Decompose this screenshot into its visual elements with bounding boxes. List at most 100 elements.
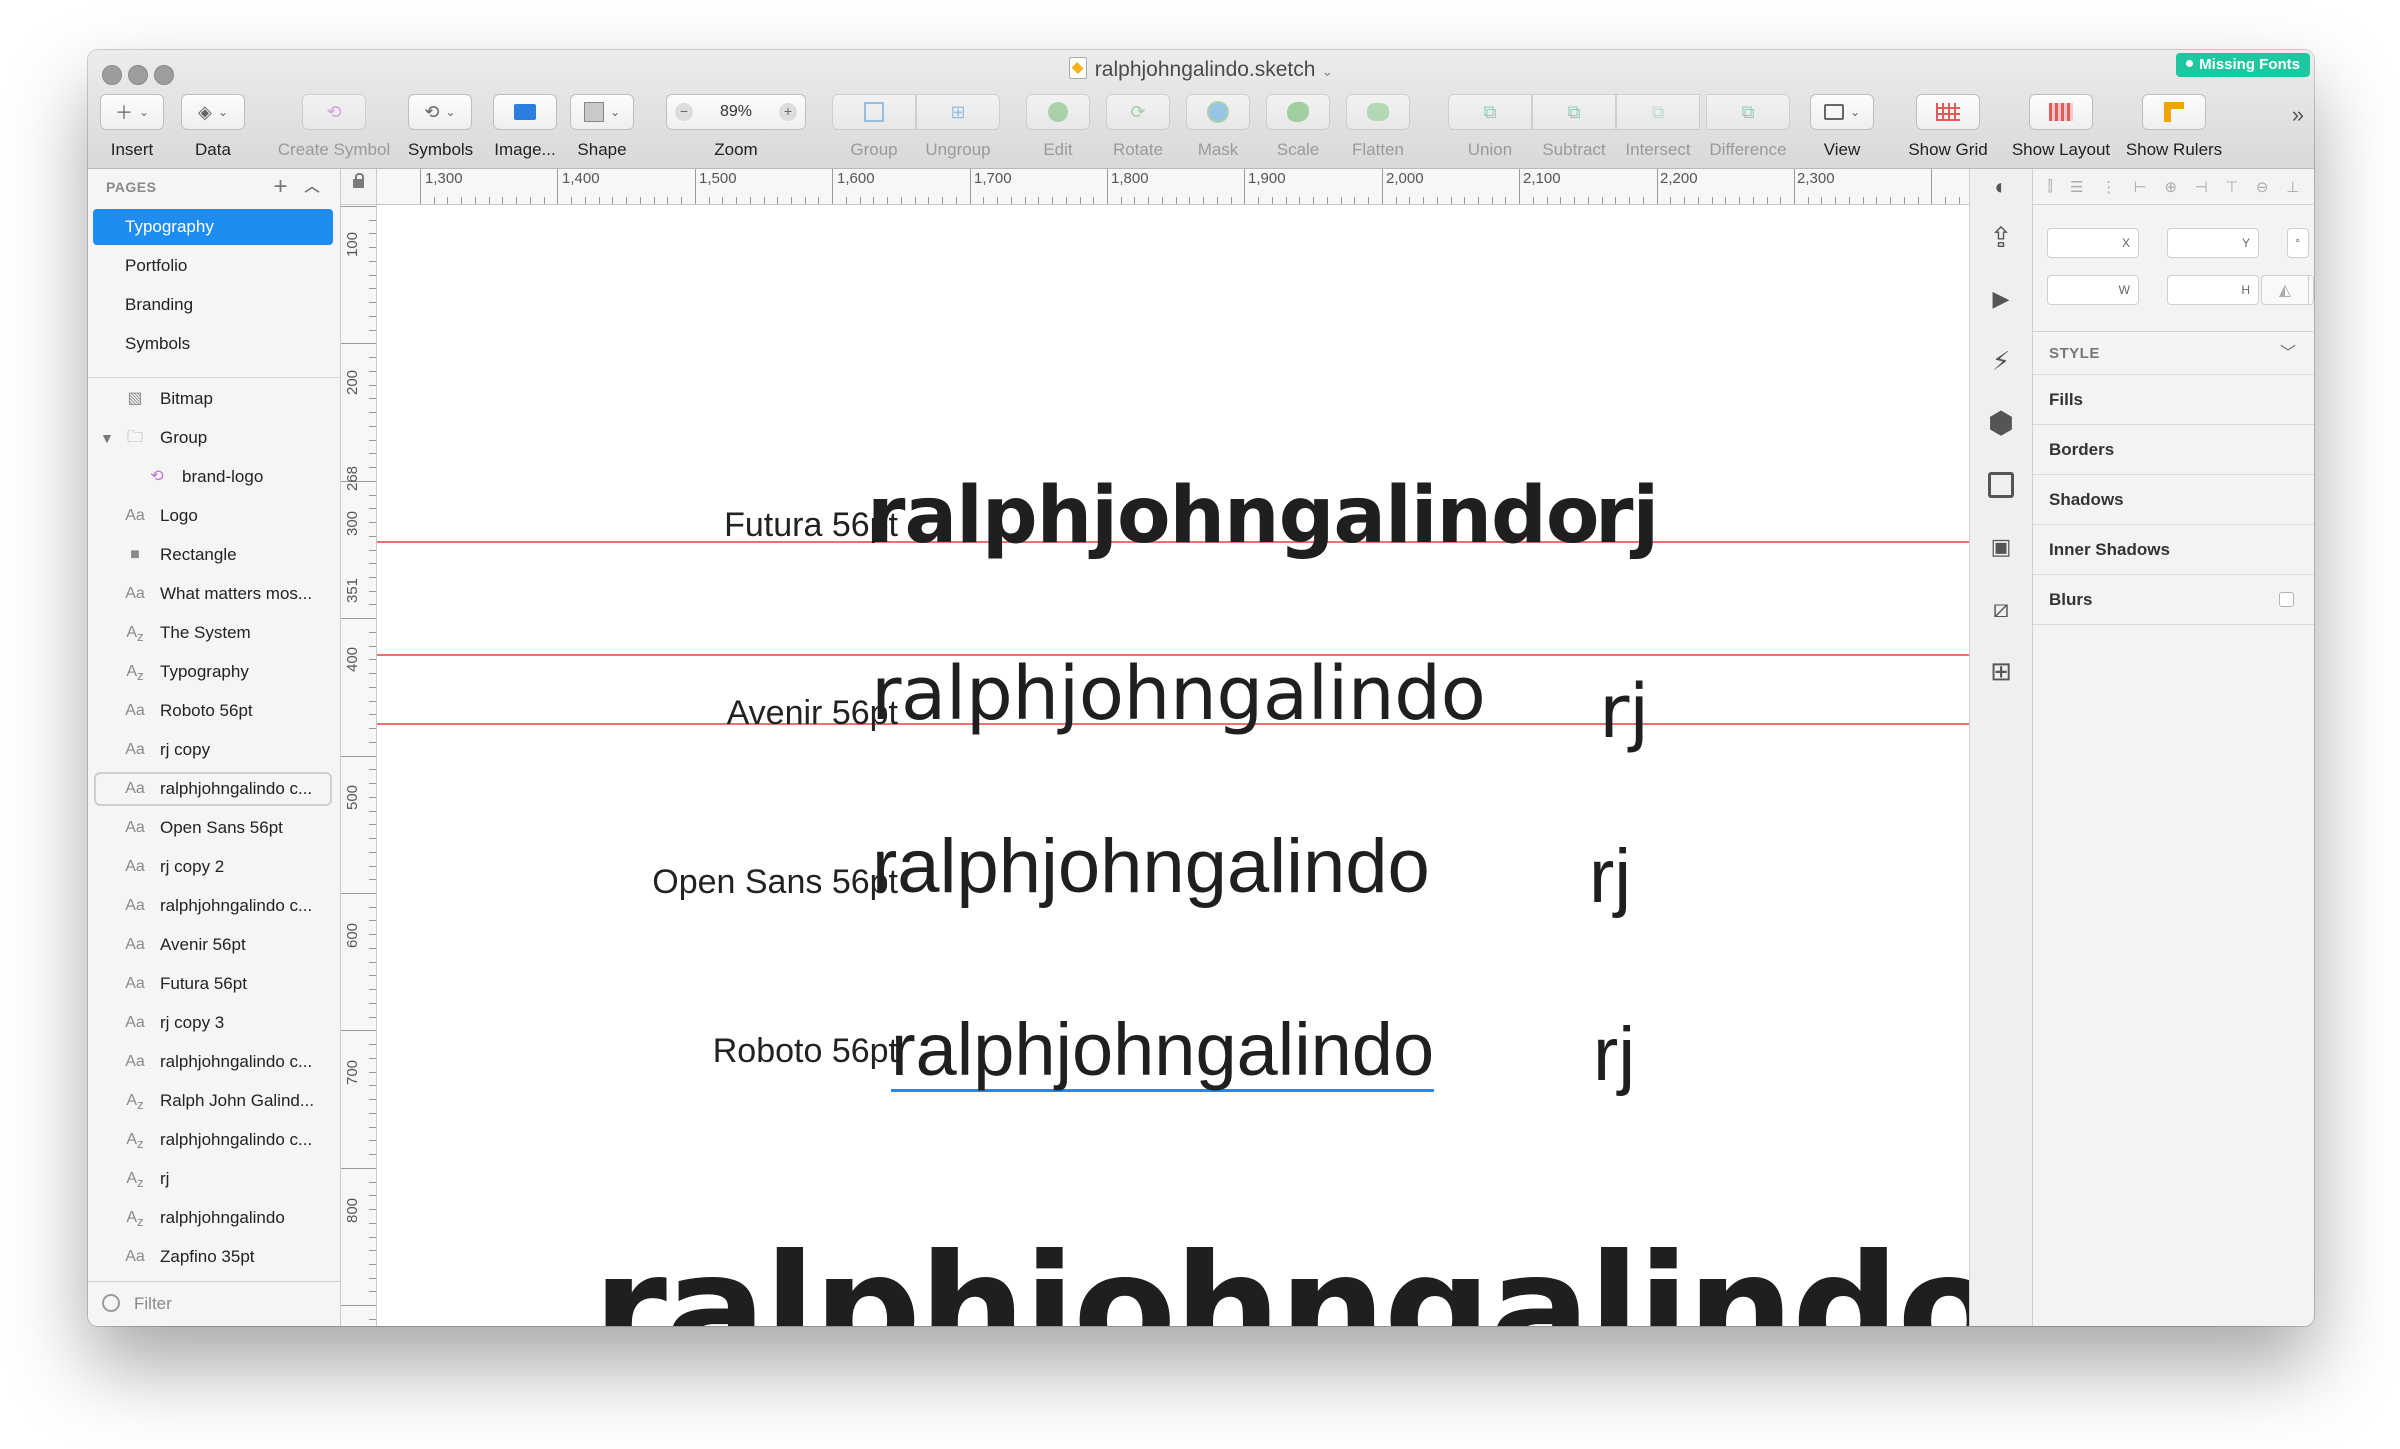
inner-shadows-section[interactable]: Inner Shadows — [2033, 525, 2314, 575]
layer-item[interactable]: Aa Open Sans 56pt — [88, 810, 340, 846]
type-sample[interactable]: ralphjohngalindo — [891, 1011, 1435, 1092]
subtract-tool[interactable]: ⧉ Subtract — [1532, 94, 1616, 160]
rotation-field[interactable]: ° — [2287, 228, 2309, 258]
add-image-icon[interactable]: ⊞ — [1970, 641, 2032, 701]
layer-item[interactable]: Aa rj copy — [88, 732, 340, 768]
type-sample-short[interactable]: rj — [1599, 669, 1649, 755]
flatten-tool[interactable]: Flatten — [1346, 94, 1410, 160]
view-tool[interactable]: ⌄ View — [1810, 94, 1874, 160]
align-left-icon[interactable]: ⊢ — [2134, 178, 2147, 196]
layer-item[interactable]: Aa ralphjohngalindo c... — [88, 888, 340, 924]
insert-button[interactable]: ＋ ⌄ — [100, 94, 164, 130]
style-section-header[interactable]: STYLE ﹀ — [2033, 331, 2314, 375]
prototype-lightning-icon[interactable]: ⚡ — [1970, 331, 2032, 391]
intersect-tool[interactable]: ⧉ Intersect — [1616, 94, 1700, 160]
difference-button[interactable]: ⧉ — [1706, 94, 1790, 130]
layer-item[interactable]: Aa Roboto 56pt — [88, 693, 340, 729]
text-layout-icon[interactable] — [1970, 455, 2032, 515]
canvas[interactable]: Futura 56pt ralphjohngalindo rj Avenir 5… — [377, 205, 1969, 1326]
font-label[interactable]: Open Sans 56pt — [652, 863, 898, 902]
scale-tool[interactable]: Scale — [1266, 94, 1330, 160]
flatten-button[interactable] — [1346, 94, 1410, 130]
layer-filter[interactable]: Filter — [88, 1281, 340, 1326]
flip-vertical-button[interactable] — [2309, 275, 2314, 305]
distribute-horizontal-icon[interactable]: ⫿ — [2048, 178, 2053, 195]
align-top-icon[interactable]: ⊤ — [2225, 178, 2238, 196]
more-icon[interactable]: ⋮ — [2101, 178, 2116, 196]
show-grid-button[interactable] — [1916, 94, 1980, 130]
group-tool[interactable]: Group — [832, 94, 916, 160]
type-sample[interactable]: ralphjohngalindo — [871, 651, 1486, 737]
layer-item[interactable]: Az Typography — [88, 654, 340, 690]
inspector-toggle-icon[interactable]: ◐ — [1970, 169, 2032, 205]
page-item-portfolio[interactable]: Portfolio — [93, 248, 333, 284]
image-tool[interactable]: Image... — [490, 94, 560, 160]
distribute-vertical-icon[interactable]: ☰ — [2070, 178, 2083, 196]
layer-item[interactable]: ⟲ brand-logo — [88, 459, 340, 495]
collapse-pages-icon[interactable]: ︿ — [304, 169, 320, 205]
insert-tool[interactable]: ＋ ⌄ Insert — [100, 94, 164, 160]
shape-tool[interactable]: ⌄ Shape — [570, 94, 634, 160]
align-center-icon[interactable]: ⊕ — [2164, 178, 2177, 196]
horizontal-ruler[interactable]: 1,300 1,400 1,500 1,600 1,700 1,800 1,90… — [377, 169, 1969, 205]
add-page-icon[interactable]: + — [273, 169, 288, 205]
union-button[interactable]: ⧉ — [1448, 94, 1532, 130]
align-bottom-icon[interactable]: ⊥ — [2286, 178, 2299, 196]
page-item-branding[interactable]: Branding — [93, 287, 333, 323]
show-rulers-tool[interactable]: Show Rulers — [2118, 94, 2230, 160]
layer-item[interactable]: ■ Rectangle — [88, 537, 340, 573]
layer-item[interactable]: Aa Futura 56pt — [88, 966, 340, 1002]
zoom-level[interactable]: 89% — [720, 103, 752, 121]
create-symbol-tool[interactable]: ⟲ Create Symbol — [276, 94, 392, 160]
show-layout-button[interactable] — [2029, 94, 2093, 130]
shadows-section[interactable]: Shadows — [2033, 475, 2314, 525]
blurs-section[interactable]: Blurs — [2033, 575, 2314, 625]
ungroup-button[interactable]: ⊞ — [916, 94, 1000, 130]
ungroup-tool[interactable]: ⊞ Ungroup — [916, 94, 1000, 160]
shape-button[interactable]: ⌄ — [570, 94, 634, 130]
layer-item[interactable]: Az Ralph John Galind... — [88, 1083, 340, 1119]
view-button[interactable]: ⌄ — [1810, 94, 1874, 130]
type-sample-short[interactable]: rj — [1595, 471, 1659, 561]
toolbar-overflow-icon[interactable]: » — [2292, 102, 2304, 128]
layer-item[interactable]: Aa What matters mos... — [88, 576, 340, 612]
page-item-typography[interactable]: Typography — [93, 209, 333, 245]
align-right-icon[interactable]: ⊣ — [2195, 178, 2208, 196]
blur-checkbox[interactable] — [2279, 592, 2294, 607]
fills-section[interactable]: Fills — [2033, 375, 2314, 425]
subtract-button[interactable]: ⧉ — [1532, 94, 1616, 130]
symbols-tool[interactable]: ⟲ ⌄ Symbols — [408, 94, 473, 160]
data-tool[interactable]: ◈ ⌄ Data — [180, 94, 246, 160]
flip-horizontal-button[interactable]: ◭ — [2261, 275, 2309, 305]
type-sample-large[interactable]: ralphjohngalindo — [593, 1223, 1969, 1326]
layer-item[interactable]: Aa ralphjohngalindo c... — [88, 771, 340, 807]
create-symbol-button[interactable]: ⟲ — [302, 94, 366, 130]
image-button[interactable] — [493, 94, 557, 130]
vertical-ruler[interactable]: 100 200 268 300 351 400 500 600 700 800 — [341, 205, 377, 1326]
height-field[interactable]: H — [2167, 275, 2259, 305]
document-title[interactable]: ralphjohngalindo.sketch ⌄ — [88, 56, 2314, 85]
layer-item[interactable]: ▧ Bitmap — [88, 381, 340, 417]
layer-item[interactable]: Az rj — [88, 1161, 340, 1197]
union-tool[interactable]: ⧉ Union — [1448, 94, 1532, 160]
layer-item[interactable]: Aa Avenir 56pt — [88, 927, 340, 963]
font-label[interactable]: Roboto 56pt — [713, 1032, 898, 1071]
type-sample-short[interactable]: rj — [1593, 1011, 1635, 1098]
align-middle-icon[interactable]: ⊖ — [2256, 178, 2269, 196]
page-item-symbols[interactable]: Symbols — [93, 326, 333, 362]
difference-tool[interactable]: ⧉ Difference — [1700, 94, 1796, 160]
layer-item[interactable]: Aa ralphjohngalindo c... — [88, 1044, 340, 1080]
layer-item[interactable]: Az ralphjohngalindo c... — [88, 1122, 340, 1158]
ruler-corner[interactable] — [341, 169, 377, 205]
type-sample-short[interactable]: rj — [1589, 833, 1631, 920]
layer-item[interactable]: Aa rj copy 2 — [88, 849, 340, 885]
layer-item[interactable]: Az The System — [88, 615, 340, 651]
borders-section[interactable]: Borders — [2033, 425, 2314, 475]
mask-button[interactable] — [1186, 94, 1250, 130]
missing-fonts-badge[interactable]: Missing Fonts — [2176, 53, 2310, 77]
zoom-out-icon[interactable]: − — [675, 103, 693, 121]
export-icon[interactable]: ⇪ — [1970, 207, 2032, 267]
mask-tool[interactable]: Mask — [1186, 94, 1250, 160]
layer-item[interactable]: Aa Zapfino 35pt — [88, 1239, 340, 1275]
preview-play-icon[interactable]: ▶ — [1970, 269, 2032, 329]
